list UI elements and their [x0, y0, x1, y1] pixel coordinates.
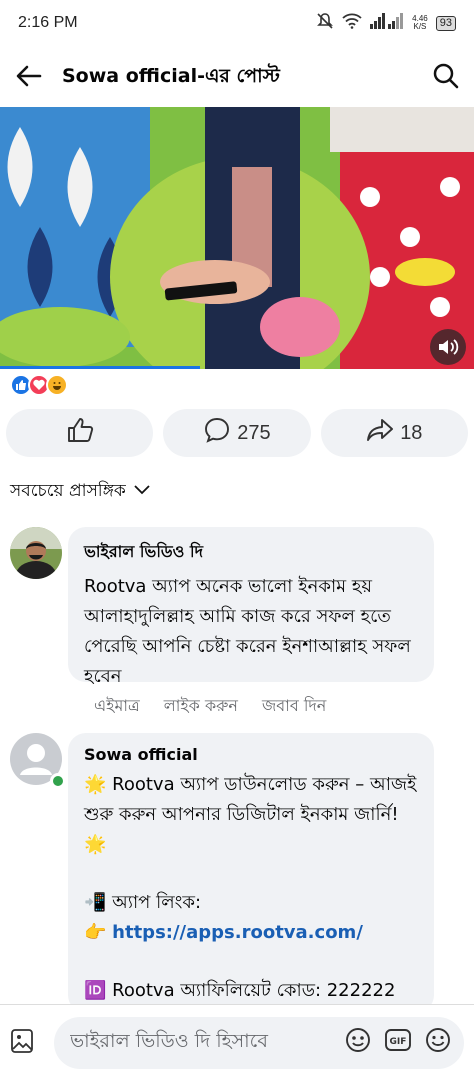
app-link-label: 📲 অ্যাপ লিংক:	[84, 892, 202, 913]
thumbs-up-icon	[66, 417, 94, 449]
mute-icon	[316, 12, 334, 35]
comment-sort-dropdown[interactable]: সবচেয়ে প্রাসঙ্গিক	[10, 478, 152, 506]
image-icon[interactable]	[10, 1028, 34, 1058]
comment-bubble[interactable]: ভাইরাল ভিডিও দি Rootva অ্যাপ অনেক ভালো ই…	[68, 527, 434, 687]
comment-count: 275	[237, 421, 271, 444]
avatar-sticker-icon[interactable]	[344, 1026, 372, 1059]
status-bar: 2:16 PM 4.46 K/S 93	[0, 0, 474, 46]
comment-text: Rootva অ্যাপ অনেক ভালো ইনকাম হয় আলাহাদু…	[84, 576, 417, 687]
share-button[interactable]: 18	[320, 409, 468, 457]
header-bar: Sowa official-এর পোস্ট	[0, 50, 474, 106]
search-icon[interactable]	[432, 62, 460, 94]
status-time: 2:16 PM	[18, 14, 78, 31]
battery-icon: 93	[435, 15, 456, 31]
app-link[interactable]: https://apps.rootva.com/	[112, 922, 363, 943]
comment-input-placeholder: ভাইরাল ভিডিও দি হিসাবে	[70, 1029, 268, 1052]
comment-composer: ভাইরাল ভিডিও দি হিসাবে GIF	[0, 1004, 474, 1080]
comment-reply-link[interactable]: জবাব দিন	[262, 693, 326, 720]
comment-time: এইমাত্র	[94, 696, 140, 715]
signal-icon	[370, 12, 404, 34]
affiliate-code: 🆔 Rootva অ্যাফিলিয়েট কোড: 222222	[84, 980, 396, 1001]
avatar[interactable]	[10, 527, 62, 579]
share-icon	[366, 417, 394, 449]
comment-input[interactable]: ভাইরাল ভিডিও দি হিসাবে GIF	[54, 1016, 464, 1069]
chevron-down-icon	[132, 482, 152, 502]
comment-icon	[203, 416, 231, 450]
speed-unit: K/S	[413, 22, 427, 31]
svg-text:GIF: GIF	[390, 1037, 407, 1047]
link-row: 👉 https://apps.rootva.com/	[84, 918, 418, 948]
like-button[interactable]	[6, 409, 154, 457]
emoji-icon[interactable]	[424, 1026, 452, 1059]
wifi-icon	[342, 13, 362, 34]
comment-item	[10, 527, 62, 579]
comment-bubble[interactable]: Sowa official 🌟 Rootva অ্যাপ ডাউনলোড করু…	[68, 733, 434, 1013]
pointing-hand-icon: 👉	[84, 922, 107, 943]
comment-text-line: 🌟 Rootva অ্যাপ ডাউনলোড করুন – আজই শুরু ক…	[84, 774, 423, 855]
comment-author[interactable]: ভাইরাল ভিডিও দি	[84, 539, 418, 566]
video-frame	[0, 107, 474, 369]
share-count: 18	[400, 421, 423, 444]
post-actions: 275 18	[6, 409, 468, 457]
comment-meta: এইমাত্র লাইক করুন জবাব দিন	[94, 693, 326, 720]
online-status-dot	[50, 773, 66, 789]
video-progress[interactable]	[0, 366, 200, 369]
volume-icon[interactable]	[430, 329, 466, 365]
reaction-summary[interactable]	[10, 374, 68, 396]
gif-icon[interactable]: GIF	[384, 1026, 412, 1059]
page-title: Sowa official-এর পোস্ট	[62, 65, 280, 87]
sort-label: সবচেয়ে প্রাসঙ্গিক	[10, 481, 126, 501]
comment-item	[10, 733, 66, 789]
comment-like-link[interactable]: লাইক করুন	[164, 693, 238, 720]
haha-reaction-icon	[46, 374, 68, 396]
back-arrow-icon[interactable]	[14, 61, 44, 95]
comment-button[interactable]: 275	[163, 409, 311, 457]
post-video[interactable]	[0, 107, 474, 369]
network-speed: 4.46 K/S	[412, 15, 428, 31]
comment-author[interactable]: Sowa official	[84, 745, 418, 764]
